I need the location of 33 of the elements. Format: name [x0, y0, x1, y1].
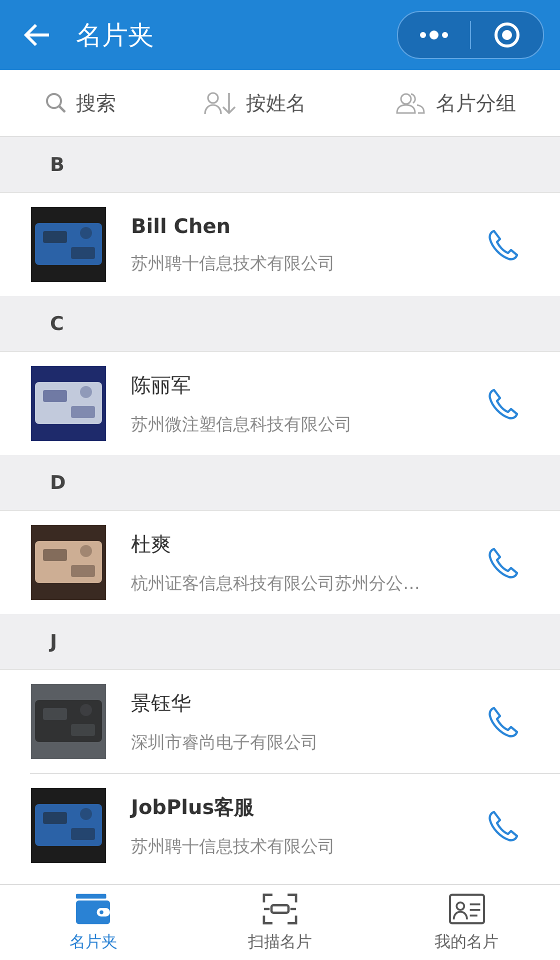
section-letter: J	[50, 630, 58, 652]
company-name: 深圳市睿尚电子有限公司	[131, 732, 319, 754]
section-letter: B	[50, 154, 64, 176]
tab[interactable]: 扫描名片	[186, 885, 374, 960]
section-letter: C	[50, 312, 64, 334]
tab[interactable]: 我的名片	[373, 885, 560, 960]
tab[interactable]: 名片夹	[0, 885, 187, 960]
people-icon	[394, 91, 428, 115]
phone-icon[interactable]	[486, 546, 520, 580]
phone-icon[interactable]	[486, 386, 520, 420]
business-card-icon	[446, 892, 487, 926]
sort-by-name-icon	[204, 91, 238, 115]
search-icon	[44, 91, 68, 115]
section-letter: D	[50, 472, 66, 494]
scan-icon	[260, 892, 300, 926]
search-button[interactable]: 搜索	[40, 84, 120, 122]
sort-button[interactable]: 按姓名	[200, 84, 310, 122]
contact-name: 陈丽军	[131, 372, 192, 398]
group-button[interactable]: 名片分组	[390, 84, 520, 122]
more-icon	[418, 30, 450, 40]
company-name: 苏州聘十信息技术有限公司	[131, 253, 336, 275]
phone-icon[interactable]	[486, 228, 520, 262]
company-name: 杭州证客信息科技有限公司苏州分公…	[131, 572, 421, 594]
page-title: 名片夹	[76, 20, 155, 52]
phone-icon[interactable]	[486, 808, 520, 842]
contact-name: 杜爽	[131, 530, 172, 558]
contact-name: Bill Chen	[131, 214, 232, 238]
target-icon	[493, 21, 521, 49]
company-name: 苏州聘十信息技术有限公司	[131, 836, 336, 858]
phone-icon[interactable]	[486, 704, 520, 738]
company-name: 苏州微注塑信息科技有限公司	[131, 414, 353, 436]
contact-name: JobPlus客服	[131, 794, 256, 820]
contact-name: 景钰华	[131, 690, 192, 716]
